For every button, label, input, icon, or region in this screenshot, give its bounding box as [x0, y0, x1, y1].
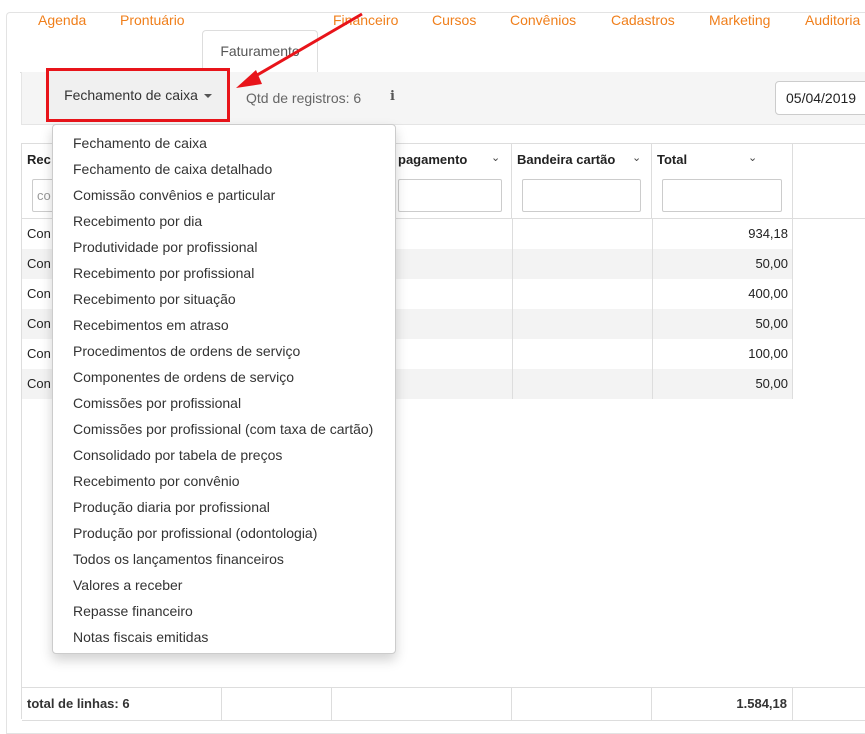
report-type-dropdown-button[interactable]: Fechamento de caixa [46, 68, 230, 122]
tab-convenios[interactable]: Convênios [508, 0, 578, 41]
tab-cadastros[interactable]: Cadastros [609, 0, 677, 41]
cell-rec: Con [27, 256, 51, 271]
caret-down-icon [203, 94, 212, 98]
info-icon[interactable]: i [390, 89, 395, 104]
menu-item-recebimento-por-dia[interactable]: Recebimento por dia [53, 208, 395, 234]
tab-agenda[interactable]: Agenda [36, 0, 88, 41]
menu-item-fechamento-de-caixa-detalhado[interactable]: Fechamento de caixa detalhado [53, 156, 395, 182]
footer-cell [512, 688, 652, 720]
menu-item-recebimento-por-situacao[interactable]: Recebimento por situação [53, 286, 395, 312]
column-title-bandeira: Bandeira cartão [517, 152, 616, 167]
filter-input-total[interactable] [662, 179, 782, 212]
menu-item-recebimentos-em-atraso[interactable]: Recebimentos em atraso [53, 312, 395, 338]
column-title-rec: Rec [27, 152, 51, 167]
menu-item-comissoes-com-taxa-cartao[interactable]: Comissões por profissional (com taxa de … [53, 416, 395, 442]
column-divider [652, 219, 653, 399]
column-divider [512, 219, 513, 399]
date-field[interactable]: 05/04/2019 [775, 81, 865, 115]
menu-item-recebimento-por-convenio[interactable]: Recebimento por convênio [53, 468, 395, 494]
tab-financeiro[interactable]: Financeiro [331, 0, 400, 41]
menu-item-produtividade-por-profissional[interactable]: Produtividade por profissional [53, 234, 395, 260]
report-type-menu: Fechamento de caixa Fechamento de caixa … [52, 124, 396, 654]
filter-input-pagamento[interactable] [398, 179, 502, 212]
menu-item-fechamento-de-caixa[interactable]: Fechamento de caixa [53, 130, 395, 156]
footer-total: 1.584,18 [652, 688, 793, 720]
menu-item-repasse-financeiro[interactable]: Repasse financeiro [53, 598, 395, 624]
cell-total: 400,00 [748, 286, 788, 301]
cell-total: 934,18 [748, 226, 788, 241]
menu-item-comissao-convenios-particular[interactable]: Comissão convênios e particular [53, 182, 395, 208]
menu-item-producao-diaria-profissional[interactable]: Produção diaria por profissional [53, 494, 395, 520]
footer-cell [222, 688, 332, 720]
column-divider [792, 143, 793, 399]
grid-footer: total de linhas: 6 1.584,18 [22, 687, 865, 721]
tab-auditoria[interactable]: Auditoria [803, 0, 862, 41]
menu-item-comissoes-por-profissional[interactable]: Comissões por profissional [53, 390, 395, 416]
column-header-total[interactable]: Total ⌄ [652, 144, 793, 218]
cell-rec: Con [27, 226, 51, 241]
cell-rec: Con [27, 346, 51, 361]
report-type-label: Fechamento de caixa [64, 87, 198, 103]
footer-cell [332, 688, 512, 720]
footer-row-count: total de linhas: 6 [22, 688, 222, 720]
menu-item-notas-fiscais-emitidas[interactable]: Notas fiscais emitidas [53, 624, 395, 650]
tab-cursos[interactable]: Cursos [430, 0, 478, 41]
menu-item-todos-lancamentos-financeiros[interactable]: Todos os lançamentos financeiros [53, 546, 395, 572]
menu-item-consolidado-tabela-precos[interactable]: Consolidado por tabela de preços [53, 442, 395, 468]
column-header-bandeira[interactable]: Bandeira cartão ⌄ [512, 144, 652, 218]
tab-marketing[interactable]: Marketing [707, 0, 772, 41]
menu-item-producao-odontologia[interactable]: Produção por profissional (odontologia) [53, 520, 395, 546]
cell-total: 50,00 [755, 256, 788, 271]
chevron-down-icon[interactable]: ⌄ [748, 151, 757, 164]
chevron-down-icon[interactable]: ⌄ [491, 151, 500, 164]
menu-item-procedimentos-ordens-servico[interactable]: Procedimentos de ordens de serviço [53, 338, 395, 364]
cell-rec: Con [27, 376, 51, 391]
chevron-down-icon[interactable]: ⌄ [632, 151, 641, 164]
cell-total: 50,00 [755, 316, 788, 331]
cell-total: 100,00 [748, 346, 788, 361]
menu-item-valores-a-receber[interactable]: Valores a receber [53, 572, 395, 598]
menu-item-componentes-ordens-servico[interactable]: Componentes de ordens de serviço [53, 364, 395, 390]
column-header-pagamento[interactable]: pagamento ⌄ [398, 144, 512, 218]
cell-rec: Con [27, 316, 51, 331]
column-title-pagamento: pagamento [398, 152, 468, 167]
record-count: Qtd de registros: 6 [246, 90, 362, 106]
column-title-total: Total [657, 152, 688, 167]
cell-rec: Con [27, 286, 51, 301]
cell-total: 50,00 [755, 376, 788, 391]
menu-item-recebimento-por-profissional[interactable]: Recebimento por profissional [53, 260, 395, 286]
tab-prontuario[interactable]: Prontuário [118, 0, 187, 41]
filter-input-bandeira[interactable] [522, 179, 641, 212]
